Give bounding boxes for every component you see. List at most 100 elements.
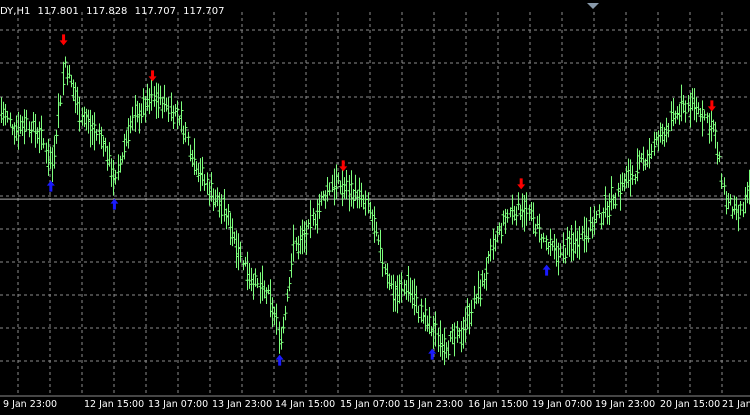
price-bar (607, 193, 612, 226)
price-bar (592, 206, 597, 235)
price-bar (414, 285, 419, 313)
price-bar (336, 172, 341, 185)
price-bar (584, 217, 589, 253)
price-bar (207, 181, 212, 206)
price-bar (154, 82, 159, 119)
price-bar (340, 169, 345, 207)
price-bar (338, 180, 343, 194)
price-bar (92, 112, 97, 151)
price-bar (296, 235, 301, 260)
price-bar (347, 175, 352, 212)
price-bar (738, 201, 743, 216)
triangle-down-icon[interactable] (587, 3, 599, 9)
price-bar (133, 94, 138, 132)
price-bar (116, 154, 121, 181)
price-bar (707, 113, 712, 144)
price-bar (599, 213, 604, 230)
price-bar (289, 253, 294, 278)
price-bar (626, 158, 631, 188)
price-bar (728, 194, 733, 206)
grid (0, 12, 750, 396)
price-bar (681, 94, 686, 114)
price-bar (658, 122, 663, 143)
time-label: 21 Jan (722, 399, 750, 410)
price-bar (421, 312, 426, 324)
price-bar (147, 88, 152, 115)
price-bar (224, 208, 229, 230)
price-bar (349, 170, 354, 207)
price-bar (565, 226, 570, 256)
price-bar (594, 210, 599, 223)
price-bar (264, 287, 269, 305)
price-bar (484, 257, 489, 291)
time-label: 9 Jan 23:00 (3, 399, 58, 410)
price-bar (624, 165, 629, 189)
price-bar (397, 274, 402, 304)
price-bar (660, 123, 665, 145)
price-bar (327, 182, 332, 196)
price-bar (48, 146, 53, 169)
price-bar (236, 233, 241, 271)
price-bar (156, 83, 161, 118)
price-bar (385, 263, 390, 289)
price-bar (202, 174, 207, 191)
price-bar (389, 275, 394, 290)
time-label: 13 Jan 07:00 (148, 399, 209, 410)
price-bar (637, 150, 642, 170)
price-bar (37, 121, 42, 154)
ohlc-open: 117.801 (37, 6, 79, 17)
price-chart[interactable] (0, 0, 750, 415)
price-bar (262, 280, 267, 299)
price-bar (586, 227, 591, 243)
price-bar (31, 111, 36, 131)
price-bar (705, 112, 710, 124)
price-bar (311, 208, 316, 226)
price-bar (514, 206, 519, 226)
price-bar (111, 159, 116, 196)
price-bar (450, 324, 455, 345)
price-bar (63, 56, 68, 68)
price-bar (692, 88, 697, 121)
price-bar (251, 273, 256, 300)
price-bar (378, 229, 383, 262)
price-bar (325, 176, 330, 202)
price-bar (478, 279, 483, 307)
price-bar (563, 247, 568, 264)
price-bar (399, 272, 404, 303)
chart-info-line: DY,H1 117.801 117.828 117.707 117.707 (0, 6, 229, 17)
price-bar (425, 315, 430, 332)
price-bar (164, 97, 169, 112)
price-bar (588, 206, 593, 232)
price-bar (3, 103, 8, 126)
price-bar (433, 311, 438, 347)
time-label: 20 Jan 15:00 (660, 399, 721, 410)
time-label: 16 Jan 15:00 (468, 399, 529, 410)
price-bar (505, 209, 510, 223)
price-bar (5, 110, 10, 123)
price-bar (715, 141, 720, 165)
price-bar (620, 172, 625, 191)
price-bar (103, 137, 108, 152)
time-label: 13 Jan 23:00 (212, 399, 273, 410)
price-bar (353, 174, 358, 201)
price-bar (179, 101, 184, 133)
price-bar (120, 152, 125, 163)
price-bar (368, 201, 373, 219)
price-bar (630, 165, 635, 185)
price-bar (361, 194, 366, 210)
price-bar (54, 129, 59, 144)
arrow-down-icon (148, 70, 157, 82)
price-bar (743, 187, 748, 214)
price-bar (196, 163, 201, 183)
price-bar (554, 238, 559, 267)
price-bar (416, 305, 421, 323)
price-bar (298, 225, 303, 255)
chart-window[interactable]: DY,H1 117.801 117.828 117.707 117.707 9 … (0, 0, 750, 415)
price-bar (404, 280, 409, 300)
price-bar (357, 177, 362, 209)
price-bar (537, 213, 542, 243)
price-bar (480, 270, 485, 287)
price-bar (211, 188, 216, 212)
price-bar (300, 219, 305, 255)
price-bar (22, 109, 27, 145)
